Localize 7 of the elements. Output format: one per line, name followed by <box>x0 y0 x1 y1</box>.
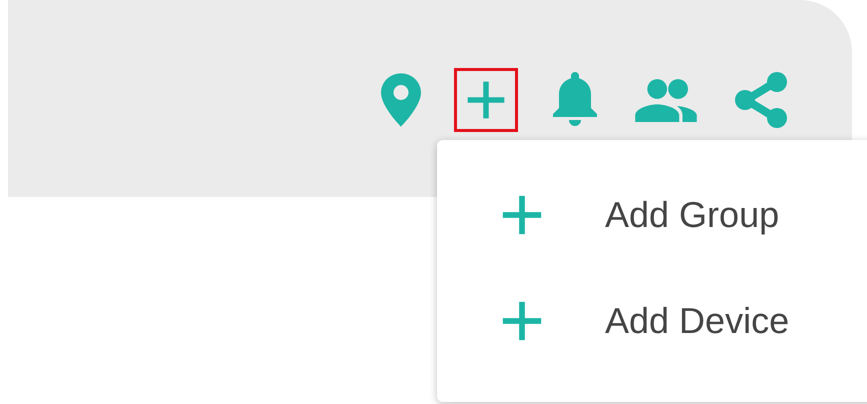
people-icon[interactable] <box>635 78 697 122</box>
add-button[interactable] <box>454 68 518 132</box>
share-icon[interactable] <box>733 72 789 128</box>
bell-icon[interactable] <box>551 72 599 128</box>
location-pin-icon[interactable] <box>381 72 421 128</box>
menu-item[interactable]: Add Device <box>437 286 867 356</box>
menu-item[interactable]: Add Group <box>437 180 867 250</box>
